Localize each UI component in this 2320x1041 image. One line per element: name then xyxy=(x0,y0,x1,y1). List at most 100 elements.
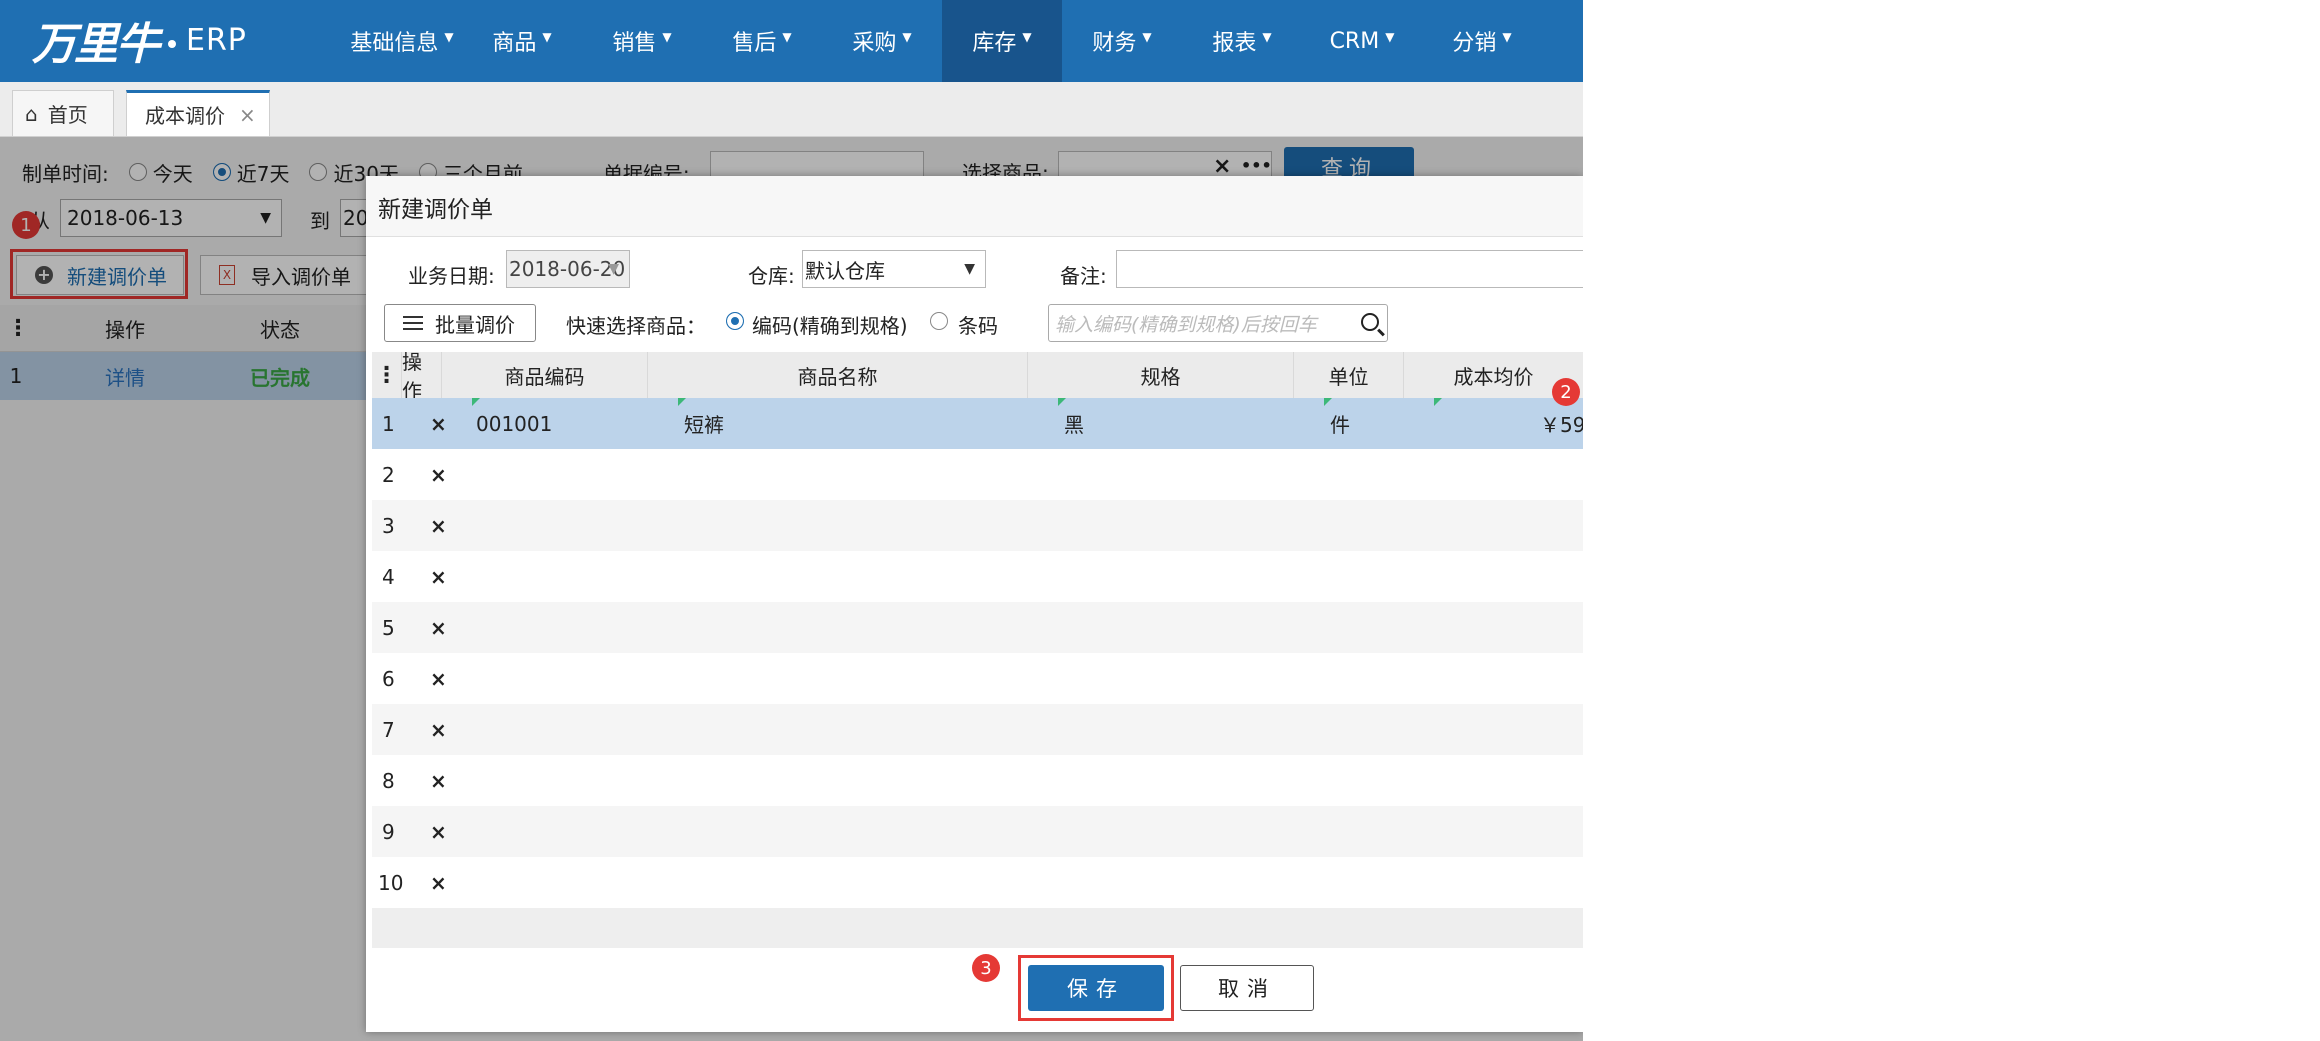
annotation-badge-2: 2 xyxy=(1552,378,1580,406)
chevron-down-icon: ▼ xyxy=(444,30,454,44)
remark-input[interactable] xyxy=(1116,250,1583,288)
delete-row-icon[interactable]: × xyxy=(430,704,447,755)
cell-cost[interactable]: ￥59.4 xyxy=(1540,398,1583,449)
delete-row-icon[interactable]: × xyxy=(430,653,447,704)
row-number: 1 xyxy=(382,411,395,436)
table-row[interactable]: 8 × xyxy=(372,755,1583,806)
chevron-down-icon: ▼ xyxy=(608,261,619,277)
cell-name[interactable]: 短裤 xyxy=(684,398,724,449)
tab-label: 成本调价 xyxy=(145,104,225,128)
menu-item-basic-info[interactable]: 基础信息 ▼ xyxy=(342,0,462,82)
col-header-spec: 规格 xyxy=(1028,352,1294,398)
menu-item-reports[interactable]: 报表 ▼ xyxy=(1182,0,1302,82)
tab-cost-adjust[interactable]: 成本调价 × xyxy=(126,90,270,136)
chevron-down-icon: ▼ xyxy=(902,30,912,44)
grid-header: ⋮ 操作 商品编码 商品名称 规格 单位 成本均价 xyxy=(372,350,1583,403)
table-row[interactable]: 4 × xyxy=(372,551,1583,602)
menu-item-distribution[interactable]: 分销 ▼ xyxy=(1422,0,1542,82)
logo-text: ERP xyxy=(186,22,247,58)
cancel-button[interactable]: 取消 xyxy=(1180,965,1314,1011)
table-row[interactable]: 6 × xyxy=(372,653,1583,704)
menu-label: CRM xyxy=(1329,28,1380,54)
radio-barcode-label: 条码 xyxy=(958,314,998,338)
chevron-down-icon: ▼ xyxy=(662,30,672,44)
radio-barcode[interactable] xyxy=(930,312,948,330)
erp-app: 万里牛 ERP 基础信息 ▼ 商品 ▼ 销售 ▼ 售后 ▼ 采购 ▼ 库存 ▼ 财务 ▼ 报表… xyxy=(0,0,1583,1041)
logo-mark: 万里牛 xyxy=(32,19,160,70)
list-icon xyxy=(403,316,423,330)
search-placeholder: 输入编码(精确到规格)后按回车 xyxy=(1055,313,1317,336)
grid-footer xyxy=(372,908,1583,948)
cell-unit[interactable]: 件 xyxy=(1330,398,1350,449)
table-row[interactable]: 3 × xyxy=(372,500,1583,551)
menu-item-inventory[interactable]: 库存 ▼ xyxy=(942,0,1062,82)
batch-adjust-label: 批量调价 xyxy=(435,312,515,337)
menu-item-crm[interactable]: CRM ▼ xyxy=(1302,0,1422,82)
logo-dot xyxy=(168,40,176,48)
table-row[interactable]: 7 × xyxy=(372,704,1583,755)
radio-code-label: 编码(精确到规格) xyxy=(752,314,908,338)
home-icon: ⌂ xyxy=(25,101,38,126)
menu-label: 财务 xyxy=(1092,31,1137,56)
close-icon[interactable]: × xyxy=(239,103,256,127)
warehouse-value: 默认仓库 xyxy=(805,258,885,283)
chevron-down-icon: ▼ xyxy=(1142,30,1152,44)
table-row[interactable]: 9 × xyxy=(372,806,1583,857)
biz-date-input: 2018-06-20 ▼ xyxy=(506,250,630,288)
menu-item-sales[interactable]: 销售 ▼ xyxy=(582,0,702,82)
chevron-down-icon: ▼ xyxy=(1385,30,1395,44)
column-menu-icon[interactable]: ⋮ xyxy=(372,352,402,398)
radio-code[interactable] xyxy=(726,312,744,330)
menu-item-finance[interactable]: 财务 ▼ xyxy=(1062,0,1182,82)
col-header-name: 商品名称 xyxy=(648,352,1028,398)
table-row[interactable]: 5 × xyxy=(372,602,1583,653)
tab-bar: ⌂ 首页 成本调价 × xyxy=(0,82,1583,137)
delete-row-icon[interactable]: × xyxy=(430,602,447,653)
tab-home[interactable]: ⌂ 首页 xyxy=(12,90,114,136)
chevron-down-icon: ▼ xyxy=(1022,30,1032,44)
batch-adjust-button[interactable]: 批量调价 xyxy=(384,304,536,342)
menu-label: 售后 xyxy=(732,31,777,56)
menu-item-purchase[interactable]: 采购 ▼ xyxy=(822,0,942,82)
table-row[interactable]: 2 × xyxy=(372,449,1583,500)
menu-label: 报表 xyxy=(1212,31,1257,56)
menu-label: 分销 xyxy=(1452,31,1497,56)
delete-row-icon[interactable]: × xyxy=(430,806,447,857)
row-number: 8 xyxy=(382,768,395,793)
adjust-grid: ⋮ 操作 商品编码 商品名称 规格 单位 成本均价 1 × 001001 短裤 … xyxy=(372,350,1583,948)
tab-label: 首页 xyxy=(47,103,88,127)
new-adjust-dialog: 新建调价单 业务日期: 2018-06-20 ▼ 仓库: 默认仓库 ▼ 备注: … xyxy=(366,176,1583,1032)
dialog-title: 新建调价单 xyxy=(378,197,493,223)
chevron-down-icon: ▼ xyxy=(1262,30,1272,44)
delete-row-icon[interactable]: × xyxy=(430,500,447,551)
row-number: 4 xyxy=(382,564,395,589)
row-number: 7 xyxy=(382,717,395,742)
warehouse-select[interactable]: 默认仓库 ▼ xyxy=(802,250,986,288)
chevron-down-icon: ▼ xyxy=(964,261,975,277)
menu-label: 库存 xyxy=(972,31,1017,56)
table-row[interactable]: 1 × 001001 短裤 黑 件 ￥59.4 xyxy=(372,398,1583,449)
goods-search-input[interactable]: 输入编码(精确到规格)后按回车 xyxy=(1048,304,1388,342)
remark-label: 备注: xyxy=(1060,264,1107,288)
edited-marker xyxy=(1434,398,1442,406)
menu-label: 采购 xyxy=(852,31,897,56)
delete-row-icon[interactable]: × xyxy=(430,449,447,500)
chevron-down-icon: ▼ xyxy=(542,30,552,44)
delete-row-icon[interactable]: × xyxy=(430,755,447,806)
col-header-unit: 单位 xyxy=(1294,352,1404,398)
menu-item-after-sales[interactable]: 售后 ▼ xyxy=(702,0,822,82)
chevron-down-icon: ▼ xyxy=(1502,30,1512,44)
cell-code[interactable]: 001001 xyxy=(476,398,552,449)
row-number: 9 xyxy=(382,819,395,844)
quick-select-label: 快速选择商品： xyxy=(566,314,706,338)
menu-item-goods[interactable]: 商品 ▼ xyxy=(462,0,582,82)
search-icon[interactable] xyxy=(1361,313,1379,331)
logo[interactable]: 万里牛 ERP xyxy=(32,10,247,70)
dialog-header: 新建调价单 xyxy=(366,176,1583,237)
col-header-code: 商品编码 xyxy=(442,352,648,398)
cell-spec[interactable]: 黑 xyxy=(1064,398,1084,449)
delete-row-icon[interactable]: × xyxy=(430,857,447,908)
delete-row-icon[interactable]: × xyxy=(430,398,447,449)
table-row[interactable]: 10 × xyxy=(372,857,1583,908)
delete-row-icon[interactable]: × xyxy=(430,551,447,602)
